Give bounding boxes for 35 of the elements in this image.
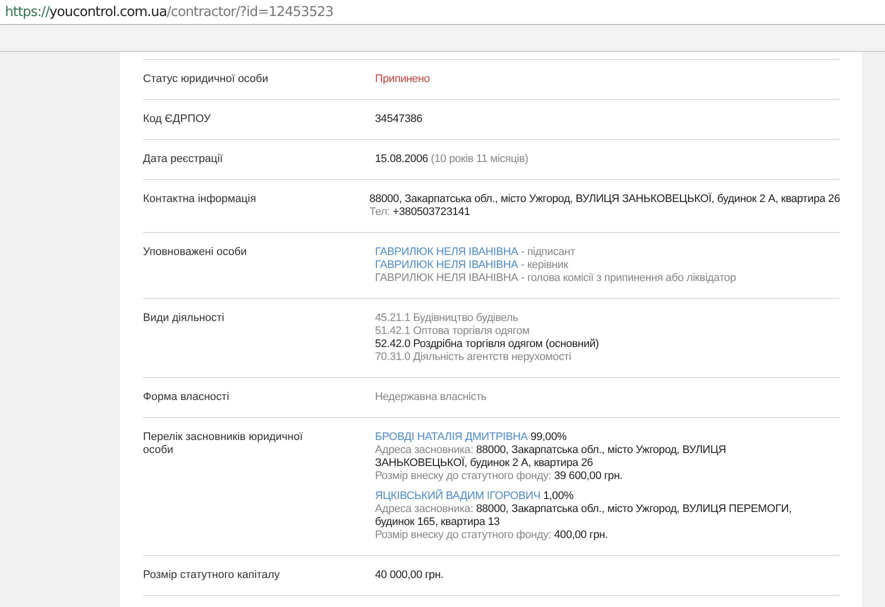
url-text[interactable]: https://youcontrol.com.ua/contractor/?id=12453523 — [5, 4, 334, 20]
person-link[interactable]: БРОВДІ НАТАЛІЯ ДМИТРІВНА — [375, 431, 528, 443]
value-text: 70.31.0 Діяльність агентств нерухомості — [375, 351, 572, 364]
field-label: Контактна інформація — [143, 193, 258, 207]
value-text: Припинено — [375, 73, 431, 86]
value-text: 51.42.1 Оптова торгівля одягом — [375, 325, 531, 338]
field-label: Види діяльності — [143, 312, 226, 326]
field-label: Дата реєстрації — [143, 153, 224, 166]
field-label: Уповноважені особи — [143, 246, 248, 260]
field-label: Перелік засновників юридичної особи — [143, 431, 304, 458]
person-link[interactable]: ЯЦКІВСЬКИЙ ВАДИМ ІГОРОВИЧ — [375, 490, 540, 502]
field-label: Розмір статутного капіталу — [143, 569, 281, 582]
value-text: 40 000,00 грн. — [375, 569, 444, 582]
value-text: 1,00% — [543, 490, 574, 502]
value-text: ГАВРИЛЮК НЕЛЯ ІВАНІВНА - голова комісії з припинення або ліквідатор — [375, 272, 737, 285]
value-text: 88000, Закарпатська обл., місто Ужгород, ВУЛИЦЯ ЗАНЬКОВЕЦЬКОЇ, будинок 2 А, квартира 26 — [369, 193, 840, 206]
value-text: - підписант — [520, 246, 576, 258]
value-text: - керівник — [520, 259, 568, 271]
value-text: 34547386 — [375, 113, 424, 126]
field-label: Статус юридичної особи — [143, 73, 270, 86]
person-link[interactable]: ГАВРИЛЮК НЕЛЯ ІВАНІВНА — [375, 246, 518, 258]
person-link[interactable]: ГАВРИЛЮК НЕЛЯ ІВАНІВНА — [375, 259, 518, 271]
address-bar[interactable]: https://youcontrol.com.ua/contractor/?id=12453523 — [0, 0, 885, 25]
value-text: Адреса засновника: 88000, Закарпатська обл., місто Ужгород, ВУЛИЦЯ ЗАНЬКОВЕЦЬКОЇ, будинок 2 А, квартира 26 — [375, 444, 727, 470]
value-text: Розмір внеску до статутного фонду: 400,00 грн. — [375, 529, 609, 542]
value-text: Недержавна власність — [375, 391, 488, 404]
value-text: Тел: +380503723141 — [369, 206, 472, 219]
value-text: 99,00% — [530, 431, 567, 443]
field-label: Форма власності — [143, 391, 230, 404]
value-text: 15.08.2006 (10 років 11 місяців) — [375, 153, 530, 166]
value-text: Розмір внеску до статутного фонду: 39 600,00 грн. — [375, 470, 624, 483]
value-text: 45.21.1 Будівництво будівель — [375, 312, 520, 325]
value-text: 52.42.0 Роздрібна торгівля одягом (основний) — [375, 338, 600, 351]
value-text: Адреса засновника: 88000, Закарпатська обл., місто Ужгород, ВУЛИЦЯ ПЕРЕМОГИ, будинок 165, квартира 13 — [375, 503, 793, 529]
field-label: Код ЄДРПОУ — [143, 113, 212, 126]
